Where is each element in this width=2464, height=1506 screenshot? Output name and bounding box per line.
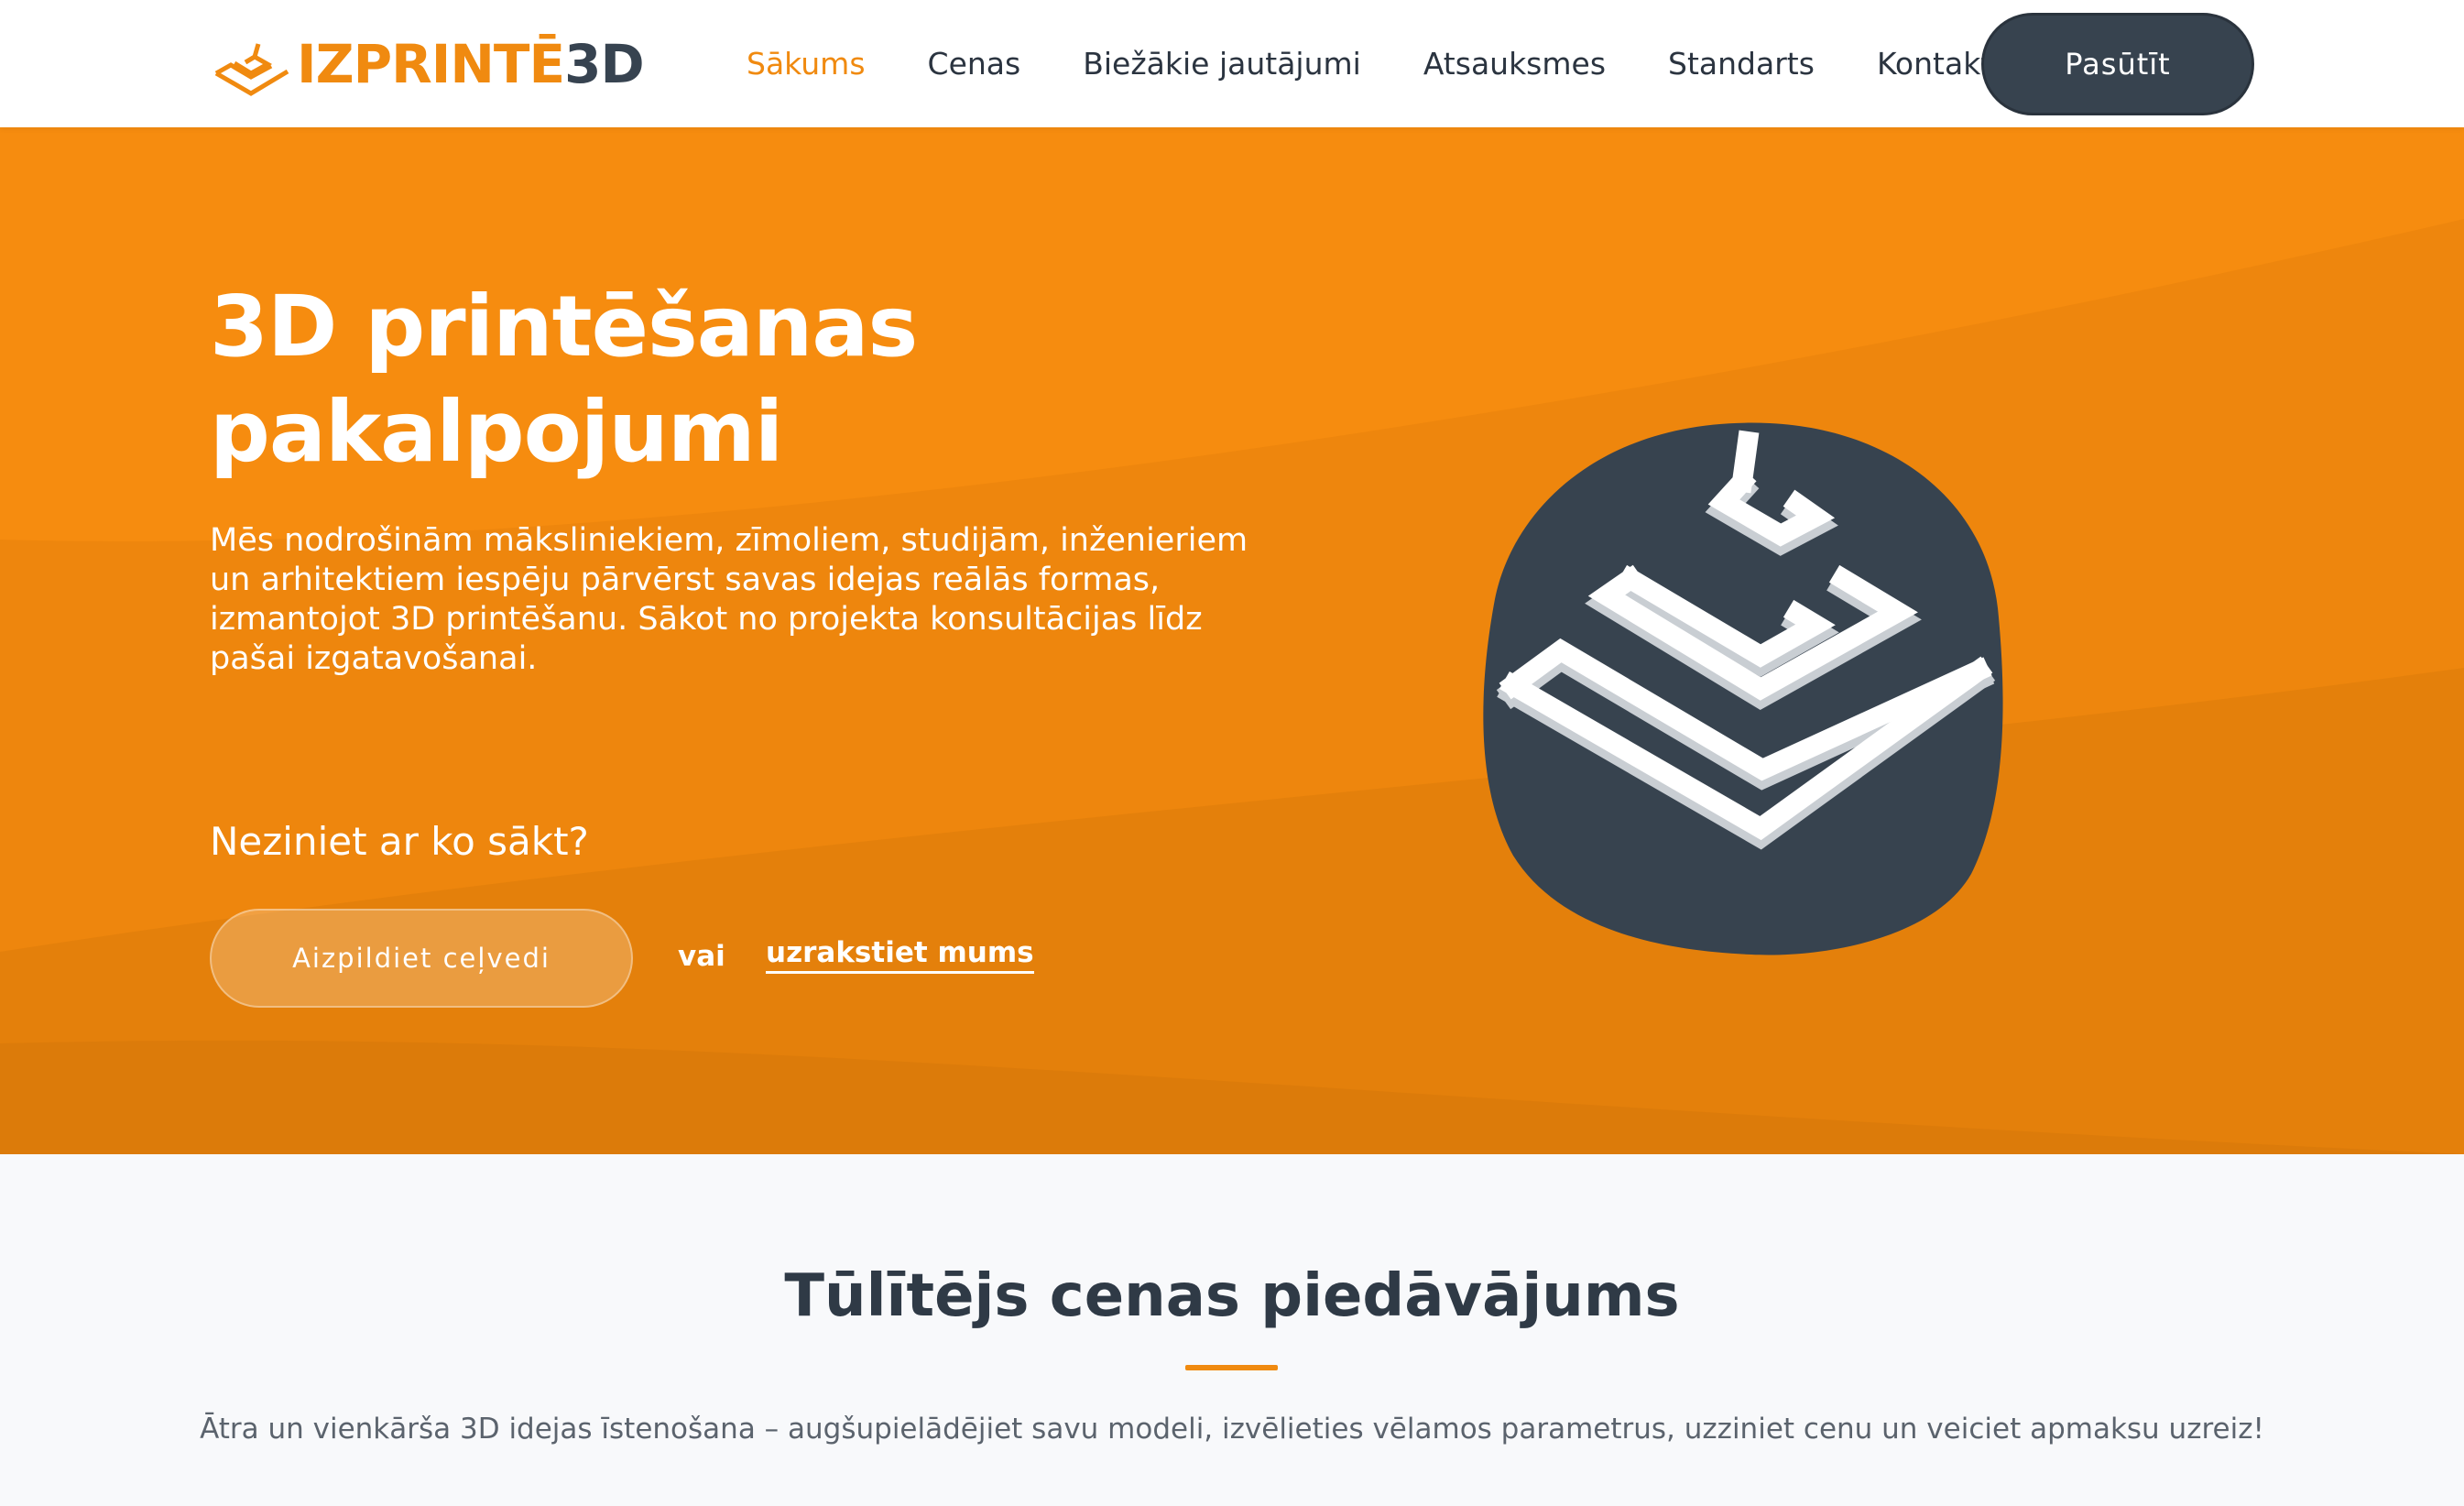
- nav-item-standarts[interactable]: Standarts: [1668, 46, 1815, 82]
- nav-item-faq[interactable]: Biežākie jautājumi: [1083, 46, 1361, 82]
- section-subtitle: Ātra un vienkārša 3D idejas īstenošana –…: [200, 1413, 2264, 1446]
- hero-section: 3D printēšanas pakalpojumi Mēs nodrošinā…: [0, 127, 2464, 1154]
- nav-item-atsauksmes[interactable]: Atsauksmes: [1423, 46, 1606, 82]
- logo-text: IZPRINTĒ3D: [297, 38, 645, 91]
- hero-title-line2: pakalpojumi: [210, 383, 783, 481]
- main-nav: Sākums Cenas Biežākie jautājumi Atsauksm…: [747, 0, 2063, 127]
- or-text: vai: [678, 940, 725, 973]
- logo-text-primary: IZPRINTĒ: [297, 33, 565, 95]
- hero-title: 3D printēšanas pakalpojumi: [210, 274, 1309, 485]
- section-title: Tūlītējs cenas piedāvājums: [784, 1262, 1680, 1330]
- logo-layers-icon: [214, 43, 289, 96]
- layered-print-icon: [1483, 422, 2003, 955]
- site-header: IZPRINTĒ3D Sākums Cenas Biežākie jautāju…: [0, 0, 2464, 127]
- site-logo[interactable]: IZPRINTĒ3D: [211, 26, 645, 103]
- write-us-link[interactable]: uzrakstiet mums: [766, 936, 1034, 974]
- hero-title-line1: 3D printēšanas: [210, 278, 918, 376]
- nav-item-sakums[interactable]: Sākums: [747, 46, 866, 82]
- hero-description: Mēs nodrošinām māksliniekiem, zīmoliem, …: [210, 522, 1248, 677]
- instant-quote-section: Tūlītējs cenas piedāvājums Ātra un vienk…: [0, 1154, 2464, 1506]
- section-divider: [1185, 1365, 1278, 1370]
- hero-question: Neziniet ar ko sākt?: [210, 819, 589, 864]
- nav-item-cenas[interactable]: Cenas: [928, 46, 1021, 82]
- fill-guide-button[interactable]: Aizpildiet ceļvedi: [210, 909, 633, 1008]
- logo-text-secondary: 3D: [564, 33, 645, 95]
- order-button[interactable]: Pasūtīt: [1981, 13, 2254, 115]
